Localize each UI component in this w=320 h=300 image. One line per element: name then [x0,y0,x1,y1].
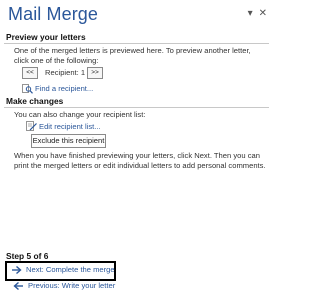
close-icon[interactable]: ✕ [259,9,267,19]
pane-header-controls: ▾ ✕ [248,9,267,19]
step-indicator: Step 5 of 6 [6,251,49,261]
recipient-label: Recipient: 1 [45,68,86,77]
next-step-link[interactable]: Next: Complete the merge [26,265,115,275]
preview-description: One of the merged letters is previewed h… [14,46,251,65]
task-pane-options-icon[interactable]: ▾ [248,9,253,19]
arrow-left-icon [13,281,23,291]
divider [4,43,269,44]
mail-merge-pane: Mail Merge ▾ ✕ Preview your letters One … [0,0,273,300]
edit-recipient-list-link[interactable]: Edit recipient list... [39,122,101,132]
preview-section-heading: Preview your letters [6,32,86,42]
divider [4,107,269,108]
edit-recipient-list-icon [26,121,37,131]
pane-title: Mail Merge [8,4,99,24]
find-recipient-link[interactable]: Find a recipient... [35,84,93,94]
finish-instructions: When you have finished previewing your l… [14,151,266,170]
previous-step-link[interactable]: Previous: Write your letter [28,281,115,291]
make-changes-heading: Make changes [6,96,64,106]
previous-recipient-button[interactable]: << [22,67,38,79]
exclude-recipient-button[interactable]: Exclude this recipient [31,134,106,148]
find-recipient-icon [22,84,33,94]
arrow-right-icon [12,265,22,275]
make-changes-description: You can also change your recipient list: [14,110,146,119]
next-recipient-button[interactable]: >> [87,67,103,79]
